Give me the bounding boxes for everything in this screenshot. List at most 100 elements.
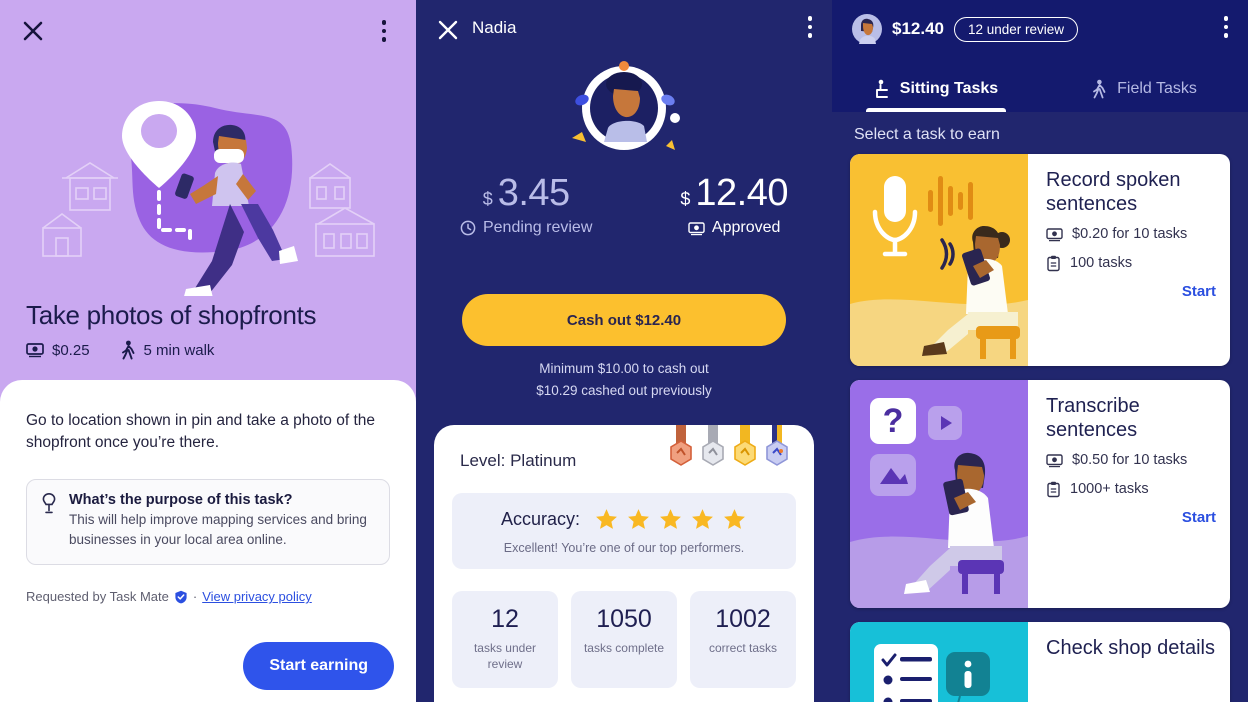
- stat-tile: 12 tasks under review: [452, 591, 558, 689]
- money-icon: [26, 342, 44, 358]
- clipboard-icon: [1046, 254, 1061, 272]
- stat-tile: 1050 tasks complete: [571, 591, 677, 689]
- task-card-pay-row: $0.20 for 10 tasks: [1046, 225, 1216, 245]
- balance-amount: $12.40: [892, 19, 944, 38]
- task-card-check-shop-details[interactable]: Check shop details: [850, 622, 1230, 702]
- stat-value: 1002: [715, 605, 771, 633]
- approved-label: Approved: [711, 219, 781, 236]
- minimum-cashout-note: Minimum $10.00 to cash out: [539, 361, 709, 376]
- task-list-body: Select a task to earn Record spoken sent…: [832, 112, 1248, 702]
- task-card-pay: $0.50 for 10 tasks: [1072, 452, 1188, 468]
- money-icon: [1046, 225, 1063, 242]
- close-icon[interactable]: [18, 16, 48, 46]
- task-card-info: Transcribe sentences $0.50 for 10 tasks: [1028, 380, 1230, 608]
- close-icon[interactable]: [434, 16, 462, 44]
- stat-label: correct tasks: [708, 641, 777, 655]
- clock-icon: [460, 220, 476, 236]
- cash-out-notes: Minimum $10.00 to cash out $10.29 cashed…: [416, 358, 832, 401]
- task-detail-panel: Take photos of shopfronts $0.25 5 min wa…: [0, 0, 416, 702]
- microphone-recording-illustration: [850, 154, 1028, 366]
- walking-person-icon: [120, 340, 136, 360]
- stat-tiles: 12 tasks under review 1050 tasks complet…: [434, 569, 814, 689]
- task-detail-sheet: Go to location shown in pin and take a p…: [0, 380, 416, 702]
- silver-medal-icon: [702, 425, 724, 466]
- privacy-policy-link[interactable]: View privacy policy: [202, 589, 312, 604]
- stats-sheet: Level: Platinum Accuracy: Excellent! You…: [434, 425, 814, 702]
- separator-dot: ·: [192, 589, 198, 605]
- pending-currency: $: [482, 189, 493, 209]
- task-card-info: Record spoken sentences $0.20 for 10 tas…: [1028, 154, 1230, 366]
- avatar: [572, 61, 680, 150]
- level-label: Level: Platinum: [460, 451, 577, 470]
- page-title: Take photos of shopfronts: [26, 300, 317, 330]
- purpose-tip-card: What’s the purpose of this task? This wi…: [26, 478, 390, 566]
- task-card-title: Check shop details: [1046, 637, 1215, 659]
- tab-sitting-tasks-label: Sitting Tasks: [899, 80, 999, 97]
- task-list-header: $12.40 12 under review Sitting Tasks Fie…: [832, 0, 1248, 112]
- task-card-count-row: 1000+ tasks: [1046, 480, 1216, 500]
- earnings-panel: Nadia $ 3.45 Pending review $ 12.40 Appr…: [416, 0, 832, 702]
- lightbulb-icon: [41, 492, 57, 551]
- previous-cashout-note: $10.29 cashed out previously: [536, 382, 712, 398]
- task-list-panel: $12.40 12 under review Sitting Tasks Fie…: [832, 0, 1248, 702]
- approved-currency: $: [680, 189, 691, 209]
- stat-value: 12: [491, 605, 519, 633]
- gold-medal-icon: [734, 425, 756, 466]
- start-link[interactable]: Start: [1046, 509, 1216, 526]
- tab-field-tasks-label: Field Tasks: [1117, 80, 1197, 97]
- overflow-menu-icon[interactable]: [807, 16, 812, 38]
- pending-review-amount: $ 3.45 Pending review: [460, 172, 592, 237]
- account-summary: $12.40 12 under review: [852, 14, 1079, 44]
- task-cards: Record spoken sentences $0.20 for 10 tas…: [832, 154, 1248, 702]
- purpose-tip-question: What’s the purpose of this task?: [69, 491, 293, 508]
- svg-text:?: ?: [883, 402, 904, 440]
- overflow-menu-icon[interactable]: [370, 16, 398, 46]
- star-icon: [596, 509, 617, 529]
- pending-review-label: Pending review: [482, 219, 593, 236]
- task-pay: $0.25: [52, 341, 90, 359]
- three-panel-screenshot: Take photos of shopfronts $0.25 5 min wa…: [0, 0, 1248, 702]
- section-title: Select a task to earn: [854, 126, 1000, 143]
- task-card-transcribe-sentences[interactable]: ? Transcribe sentences $0.50 for 10 task…: [850, 380, 1230, 608]
- walking-to-pin-illustration: [42, 101, 375, 296]
- accuracy-subtitle: Excellent! You’re one of our top perform…: [503, 541, 745, 555]
- approved-value: 12.40: [695, 172, 788, 214]
- accuracy-stars: [594, 507, 747, 532]
- start-earning-button[interactable]: Start earning: [243, 642, 394, 690]
- star-icon: [724, 509, 745, 529]
- star-icon: [692, 509, 713, 529]
- stat-label: tasks complete: [583, 641, 665, 655]
- start-link[interactable]: Start: [1046, 283, 1216, 300]
- star-icon: [660, 509, 681, 529]
- task-card-count-row: 100 tasks: [1046, 254, 1216, 274]
- tab-sitting-tasks[interactable]: Sitting Tasks: [832, 66, 1040, 112]
- money-icon: [688, 221, 705, 236]
- bronze-medal-icon: [670, 425, 692, 466]
- task-card-title: Transcribe sentences: [1046, 395, 1140, 441]
- task-card-pay: $0.20 for 10 tasks: [1072, 226, 1188, 242]
- task-distance: 5 min walk: [143, 341, 215, 359]
- avatar[interactable]: [852, 14, 882, 44]
- medal-row: [668, 425, 790, 475]
- task-card-info: Check shop details: [1028, 622, 1230, 702]
- approved-amount: $ 12.40 Approved: [680, 172, 788, 237]
- under-review-chip[interactable]: 12 under review: [954, 16, 1079, 42]
- task-card-pay-row: $0.50 for 10 tasks: [1046, 451, 1216, 471]
- clipboard-icon: [1046, 480, 1061, 498]
- tab-field-tasks[interactable]: Field Tasks: [1040, 66, 1248, 112]
- user-name: Nadia: [472, 18, 517, 37]
- task-detail-hero: Take photos of shopfronts $0.25 5 min wa…: [0, 0, 416, 382]
- task-meta: $0.25 5 min walk: [26, 340, 214, 360]
- overflow-menu-icon[interactable]: [1223, 16, 1228, 38]
- transcribe-phone-illustration: ?: [850, 380, 1028, 608]
- requested-by-row: Requested by Task Mate · View privacy po…: [26, 589, 390, 604]
- earnings-amounts: $ 3.45 Pending review $ 12.40 Approved: [416, 172, 832, 237]
- accuracy-card: Accuracy: Excellent! You’re one of our t…: [452, 493, 796, 569]
- task-card-record-spoken-sentences[interactable]: Record spoken sentences $0.20 for 10 tas…: [850, 154, 1230, 366]
- purpose-tip-body: This will help improve mapping services …: [69, 511, 367, 548]
- platinum-medal-icon: [766, 425, 788, 466]
- cash-out-button[interactable]: Cash out $12.40: [462, 294, 786, 346]
- sitting-person-icon: [874, 79, 890, 99]
- star-icon: [628, 509, 649, 529]
- stat-value: 1050: [596, 605, 652, 633]
